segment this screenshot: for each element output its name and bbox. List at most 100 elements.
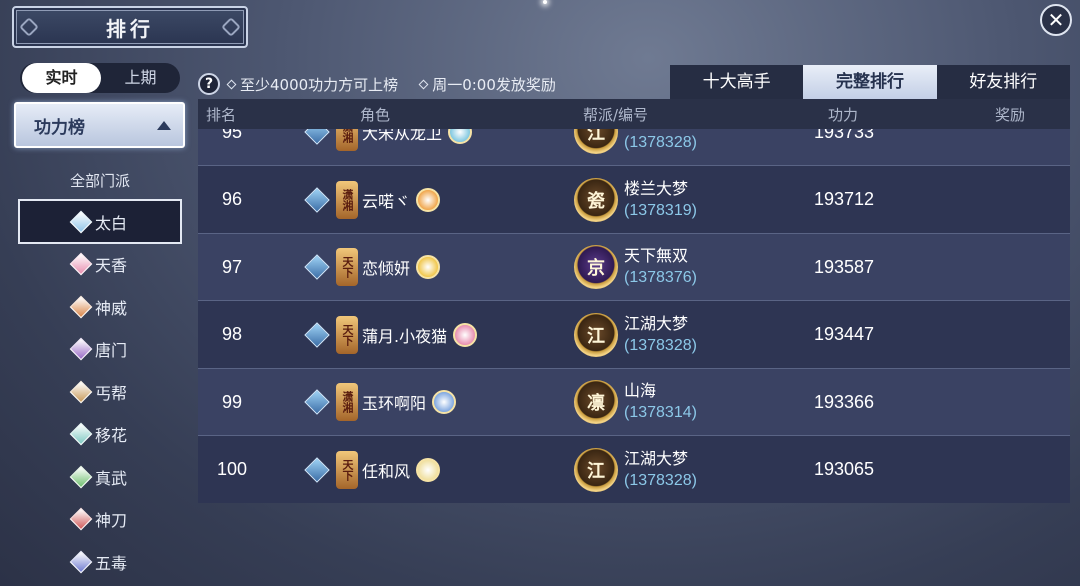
school-emblem-icon [69, 507, 93, 531]
ornament-icon [221, 17, 241, 37]
school-emblem-icon [69, 210, 93, 233]
reward-time-text: 周一0:00发放奖励 [418, 74, 556, 95]
title-badge-icon: 潇湘 [336, 180, 358, 219]
sky-star [543, 0, 547, 4]
school-emblem-icon [69, 550, 93, 574]
title-plate: 排行 [12, 6, 248, 48]
player-name[interactable]: 云喏ヾ [362, 188, 410, 212]
school-item[interactable]: 五毒 [18, 541, 182, 584]
school-item[interactable]: 唐门 [18, 328, 182, 371]
player-name[interactable]: 蒲月.小夜猫 [362, 323, 447, 347]
guild-id: (1378376) [624, 269, 697, 286]
ranking-tabs: 十大高手 完整排行 好友排行 [670, 65, 1070, 99]
school-label: 移花 [94, 426, 127, 446]
guild-emblem-icon: 江 [574, 447, 618, 492]
school-label: 真武 [94, 468, 127, 488]
triangle-up-icon [157, 120, 171, 130]
rank-value: 100 [216, 459, 248, 479]
power-value: 193065 [814, 459, 875, 479]
school-label: 五毒 [94, 553, 127, 573]
school-emblem-icon [304, 186, 330, 213]
guild-emblem-icon: 凛 [574, 380, 618, 424]
col-power: 功力 [828, 105, 859, 124]
flair-icon [416, 457, 441, 482]
school-list: 太白天香神威唐门丐帮移花真武神刀五毒 [18, 199, 182, 583]
guild-cell: 京天下無双 (1378376) [574, 234, 697, 301]
question-icon[interactable]: ? [198, 73, 220, 95]
school-label: 丐帮 [94, 383, 127, 403]
table-body[interactable]: 94潇湘云起玫瑰园(1378440)19378095潇湘大宋从龙卫江江湖大梦(1… [198, 99, 1070, 503]
school-emblem-icon [304, 456, 330, 483]
school-item[interactable]: 太白 [18, 199, 182, 244]
player-name[interactable]: 任和风 [362, 458, 410, 482]
school-item[interactable]: 天香 [18, 243, 182, 286]
ranking-table[interactable]: 94潇湘云起玫瑰园(1378440)19378095潇湘大宋从龙卫江江湖大梦(1… [198, 99, 1070, 571]
guild-info: 江湖大梦 (1378328) [624, 313, 697, 357]
school-label: 神威 [94, 298, 127, 318]
flair-icon [416, 255, 441, 279]
col-guild: 帮派/编号 [583, 105, 649, 124]
guild-cell: 凛山海 (1378314) [574, 369, 697, 436]
guild-cell: 江江湖大梦 (1378328) [574, 301, 697, 368]
role-cell: 潇湘 云喏ヾ [304, 166, 441, 233]
rank-value: 99 [221, 391, 243, 412]
school-emblem-icon [69, 295, 93, 319]
school-item[interactable]: 真武 [18, 456, 182, 499]
toggle-realtime[interactable]: 实时 [22, 63, 101, 93]
guild-id: (1378328) [624, 336, 697, 354]
guild-name: 山海 [624, 381, 657, 400]
col-role: 角色 [360, 105, 391, 124]
guild-id: (1378314) [624, 404, 697, 421]
ranking-category-dropdown[interactable]: 功力榜 [14, 102, 185, 148]
guild-id: (1378328) [624, 471, 697, 489]
guild-info: 天下無双 (1378376) [624, 245, 697, 289]
player-name[interactable]: 恋倾妍 [362, 255, 410, 279]
tab-top-ten[interactable]: 十大高手 [670, 65, 804, 99]
bullet-icon [226, 79, 237, 89]
school-emblem-icon [69, 380, 93, 404]
school-label: 唐门 [94, 341, 127, 361]
guild-info: 山海 (1378314) [624, 380, 697, 424]
col-rank: 排名 [206, 105, 237, 124]
school-emblem-icon [304, 254, 330, 280]
power-value: 193587 [814, 256, 875, 277]
tab-full-ranking[interactable]: 完整排行 [803, 65, 937, 99]
school-item[interactable]: 神威 [18, 286, 182, 329]
table-row[interactable]: 97 天下 恋倾妍 京天下無双 (1378376) 193587 [198, 232, 1070, 301]
rank-value: 96 [221, 189, 243, 209]
school-item[interactable]: 移花 [18, 413, 182, 456]
requirement-text: 至少4000功力方可上榜 [226, 74, 398, 95]
flair-icon [453, 322, 478, 347]
school-emblem-icon [69, 465, 93, 489]
role-cell: 潇湘 玉环啊阳 [304, 369, 457, 436]
school-emblem-icon [69, 252, 93, 276]
rank-value: 97 [221, 256, 243, 277]
close-icon: ✕ [1047, 8, 1065, 32]
table-row[interactable]: 99 潇湘 玉环啊阳 凛山海 (1378314) 193366 [198, 367, 1070, 436]
title-badge-icon: 天下 [336, 450, 358, 489]
toggle-last-period[interactable]: 上期 [101, 63, 180, 93]
role-cell: 天下 任和风 [304, 436, 441, 503]
school-label: 天香 [94, 256, 127, 276]
close-button[interactable]: ✕ [1040, 4, 1072, 36]
role-cell: 天下 蒲月.小夜猫 [304, 301, 478, 368]
table-row[interactable]: 100 天下 任和风 江江湖大梦 (1378328) 193065 [198, 435, 1070, 503]
player-name[interactable]: 玉环啊阳 [362, 390, 426, 414]
guild-id: (1378319) [624, 201, 697, 219]
flair-icon [432, 390, 457, 414]
school-emblem-icon [69, 337, 93, 361]
school-item[interactable]: 神刀 [18, 498, 182, 541]
guild-emblem-icon: 瓷 [574, 177, 618, 222]
school-label: 神刀 [94, 511, 127, 531]
power-value: 193366 [814, 391, 875, 412]
tab-friend-ranking[interactable]: 好友排行 [936, 65, 1070, 99]
guild-name: 楼兰大梦 [624, 178, 689, 198]
school-emblem-icon [304, 321, 330, 348]
guild-name: 天下無双 [624, 246, 689, 265]
period-toggle[interactable]: 实时 上期 [20, 63, 180, 93]
col-reward: 奖励 [995, 105, 1026, 124]
guild-info: 江湖大梦 (1378328) [624, 448, 697, 492]
table-row[interactable]: 96 潇湘 云喏ヾ 瓷楼兰大梦 (1378319) 193712 [198, 165, 1070, 233]
school-item[interactable]: 丐帮 [18, 371, 182, 414]
table-row[interactable]: 98 天下 蒲月.小夜猫 江江湖大梦 (1378328) 193447 [198, 300, 1070, 368]
